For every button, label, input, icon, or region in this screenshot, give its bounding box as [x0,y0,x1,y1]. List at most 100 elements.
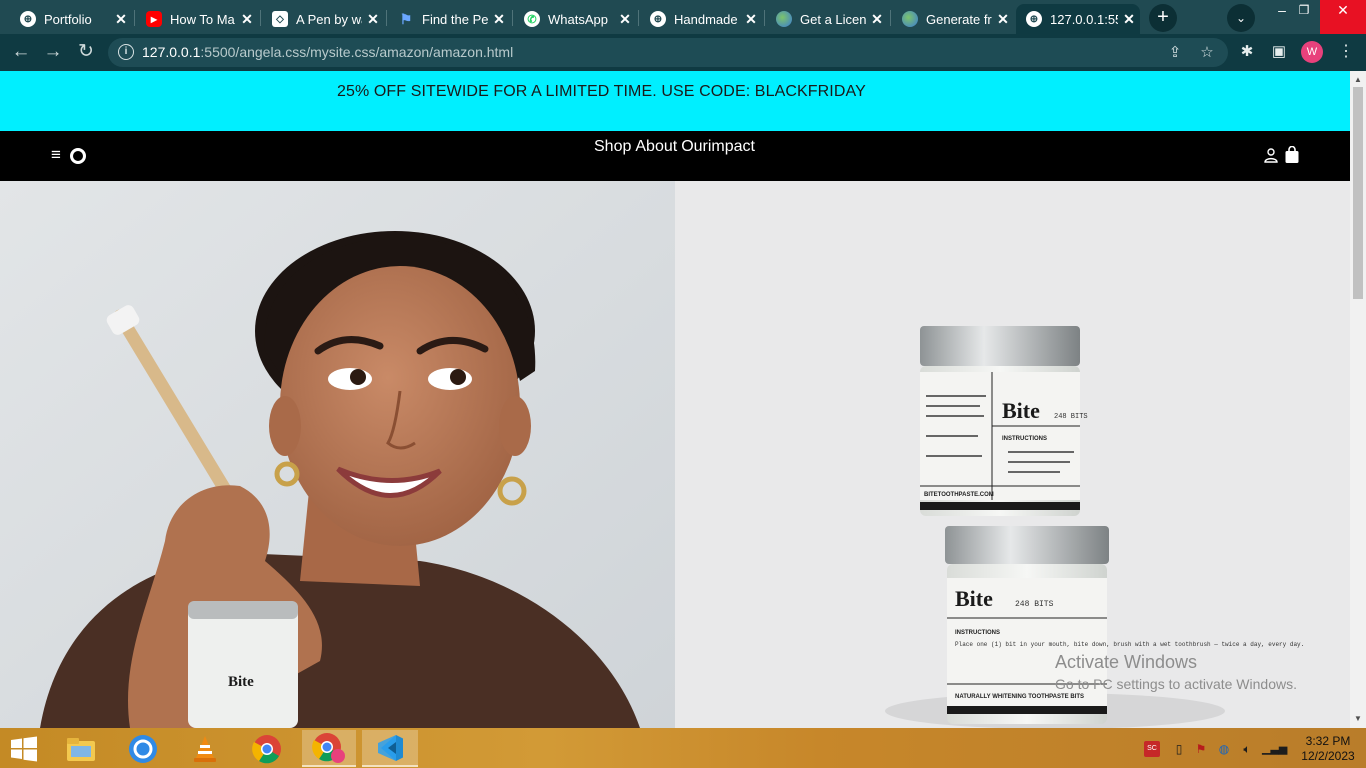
window-close-button[interactable]: ✕ [1320,0,1366,34]
signal-strength-icon[interactable]: ▁▃▅ [1262,741,1287,757]
tab-divider [764,10,765,26]
tab-find-the-pen[interactable]: ⚑ Find the Pe ✕ [388,4,510,34]
flag-notification-icon[interactable]: ⚑ [1193,741,1209,757]
youtube-icon: ▶ [146,11,162,27]
clock-date: 12/2/2023 [1301,749,1355,763]
tab-divider [260,10,261,26]
taskbar-chrome-profile-active[interactable] [302,730,356,767]
codepen-icon: ◇ [272,11,288,27]
hamburger-menu-icon[interactable]: ≡ [51,145,61,165]
stacked-jars-illustration: Bite 248 BITS INSTRUCTIONS Place one (1)… [675,181,1350,728]
taskbar-chrome[interactable] [243,730,291,767]
tab-label: A Pen by wa [296,11,362,27]
tab-label: Get a Licens [800,11,866,27]
tab-codepen[interactable]: ◇ A Pen by wa ✕ [262,4,384,34]
close-icon[interactable]: ✕ [992,11,1014,28]
volume-icon[interactable]: 🔈︎ [1239,741,1255,757]
jar-brand-label: Bite [1002,398,1040,423]
tab-label: 127.0.0.1:55 [1050,11,1118,27]
account-icon[interactable] [1263,147,1279,163]
extensions-puzzle-icon[interactable]: ✱ [1237,42,1257,62]
chrome-icon [252,734,281,763]
address-bar[interactable]: i 127.0.0.1:5500/angela.css/mysite.css/a… [108,38,1228,67]
close-icon[interactable]: ✕ [1118,11,1140,28]
scroll-up-arrow-icon[interactable]: ▲ [1350,73,1366,87]
nav-link-about[interactable]: About [635,138,677,155]
taskbar-vscode[interactable] [362,730,418,767]
site-navbar: ≡ Shop About Ourimpact [0,131,1350,181]
brand-logo-icon[interactable] [70,148,86,164]
flag-icon: ⚑ [399,10,413,27]
side-panel-icon[interactable]: ▣ [1269,42,1289,62]
tab-localhost-active[interactable]: ⊕ 127.0.0.1:55 ✕ [1016,4,1140,34]
close-icon[interactable]: ✕ [236,11,258,28]
vertical-scrollbar[interactable]: ▲ ▼ [1350,71,1366,728]
taskbar-sync-app[interactable] [119,730,167,767]
close-icon[interactable]: ✕ [110,11,132,28]
scrollbar-thumb[interactable] [1353,87,1363,299]
jar-brand-label: Bite [955,586,993,611]
tab-search-button[interactable]: ⌄ [1227,4,1255,32]
tab-divider [890,10,891,26]
share-icon[interactable]: ⇪ [1166,44,1184,62]
security-tray-icon[interactable]: SC [1144,741,1160,757]
earth-icon [902,11,918,27]
close-icon[interactable]: ✕ [614,11,636,28]
tab-label: Generate fr [926,11,992,27]
reload-button[interactable]: ↻ [73,40,99,66]
hero-section: Bite Bite 248 BITS INSTRUCTIONS Place on… [0,181,1350,728]
bookmark-star-icon[interactable]: ☆ [1198,44,1216,62]
system-clock[interactable]: 3:32 PM 12/2/2023 [1297,734,1359,764]
new-tab-button[interactable]: + [1149,4,1177,32]
url-host: 127.0.0.1 [142,44,201,60]
tab-portfolio[interactable]: ⊕ Portfolio ✕ [10,4,132,34]
info-icon[interactable]: i [118,44,134,60]
close-icon[interactable]: ✕ [866,11,888,28]
network-globe-icon[interactable]: ◍ [1216,741,1232,757]
shopping-bag-icon[interactable] [1284,146,1300,164]
jar-brand-label: Bite [228,674,254,690]
hero-model-image: Bite [0,181,675,728]
nav-link-ourimpact[interactable]: Ourimpact [681,138,755,155]
tab-divider [134,10,135,26]
promo-text: 25% OFF SITEWIDE FOR A LIMITED TIME. USE… [337,83,866,100]
jar-website-text: BITETOOTHPASTE.COM [924,492,994,498]
browser-toolbar: ← → ↻ i 127.0.0.1:5500/angela.css/mysite… [0,34,1366,71]
tab-divider [386,10,387,26]
close-icon[interactable]: ✕ [740,11,762,28]
vscode-icon [378,734,403,761]
tab-label: How To Ma [170,11,235,27]
nav-link-shop[interactable]: Shop [594,138,631,155]
windows-taskbar: SC ▯ ⚑ ◍ 🔈︎ ▁▃▅ 3:32 PM 12/2/2023 [0,728,1366,768]
back-button[interactable]: ← [8,40,34,66]
taskbar-file-explorer[interactable] [57,730,105,767]
file-explorer-icon [67,737,95,761]
more-menu-icon[interactable]: ⋮ [1336,42,1356,62]
taskbar-vlc[interactable] [181,730,229,767]
vlc-cone-icon [194,735,216,762]
profile-avatar[interactable]: W [1301,41,1323,63]
nav-links: Shop About Ourimpact [594,138,759,156]
woman-with-toothbrush-illustration: Bite [0,181,675,728]
close-icon[interactable]: ✕ [488,11,510,28]
tab-label: WhatsApp [548,11,608,27]
battery-icon[interactable]: ▯ [1171,741,1187,757]
tab-handmade[interactable]: ⊕ Handmade ✕ [640,4,762,34]
tab-divider [638,10,639,26]
jar-count-label: 248 BITS [1054,413,1088,421]
url-path: :5500/angela.css/mysite.css/amazon/amazo… [200,44,514,60]
windows-start-icon[interactable] [10,736,38,762]
close-icon[interactable]: ✕ [362,11,384,28]
forward-button[interactable]: → [40,40,66,66]
tab-generate[interactable]: Generate fr ✕ [892,4,1014,34]
tab-whatsapp[interactable]: ✆ WhatsApp ✕ [514,4,636,34]
tab-strip: ⊕ Portfolio ✕ ▶ How To Ma ✕ ◇ A Pen by w… [0,0,1366,34]
tab-get-a-license[interactable]: Get a Licens ✕ [766,4,888,34]
restore-button[interactable]: ❐ [1284,0,1324,34]
tab-divider [512,10,513,26]
page-viewport: 25% OFF SITEWIDE FOR A LIMITED TIME. USE… [0,71,1350,728]
scroll-down-arrow-icon[interactable]: ▼ [1350,712,1366,726]
url-text[interactable]: 127.0.0.1:5500/angela.css/mysite.css/ama… [142,44,513,60]
jar-instructions-text: Place one (1) bit in your mouth, bite do… [955,641,1304,648]
tab-youtube[interactable]: ▶ How To Ma ✕ [136,4,258,34]
